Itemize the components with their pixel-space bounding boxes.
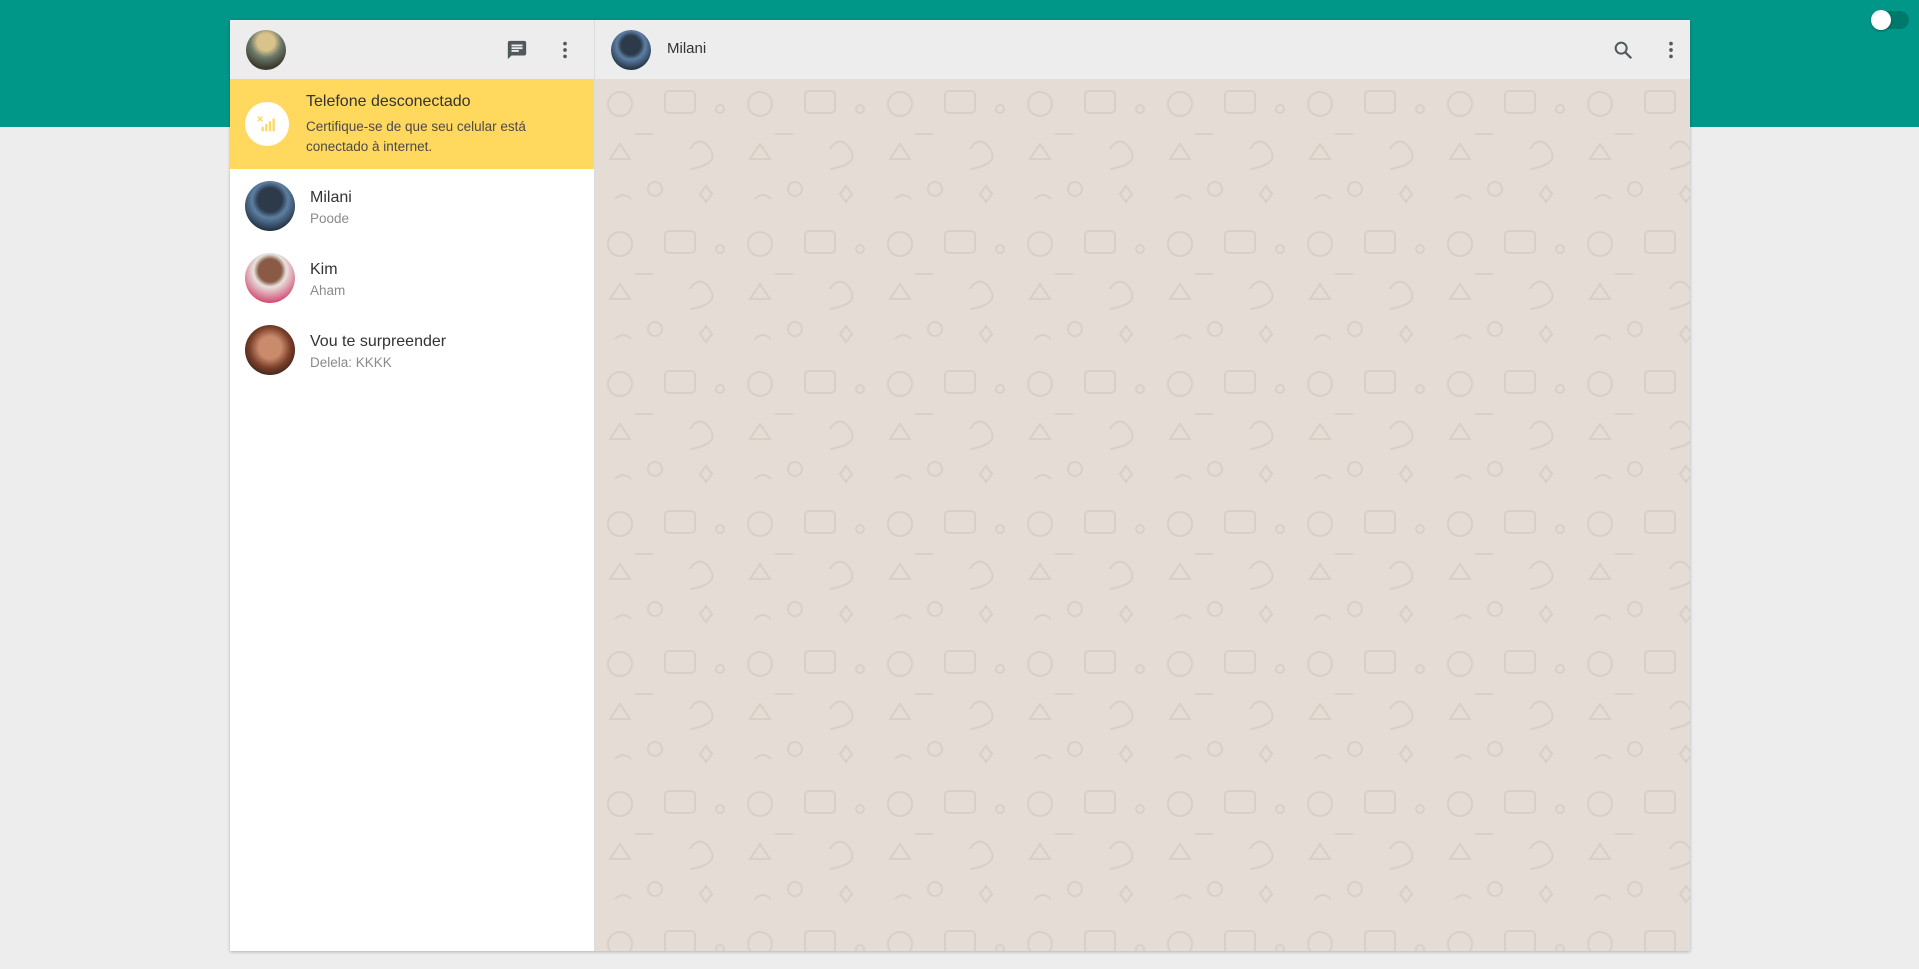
banner-text: Certifique-se de que seu celular está co… <box>306 119 526 154</box>
chat-last-message: Delela: KKKK <box>310 355 392 370</box>
chat-item-milani[interactable]: Milani Poode <box>230 169 594 241</box>
conversation-panel: Milani <box>595 20 1690 951</box>
avatar-kim <box>245 253 295 303</box>
conversation-header[interactable]: Milani <box>595 20 1690 79</box>
banner-icon-circle <box>245 102 289 146</box>
chat-last-message: Aham <box>310 283 346 298</box>
chat-background <box>595 79 1690 951</box>
search-icon[interactable] <box>1611 38 1635 62</box>
chat-name: Kim <box>310 261 338 278</box>
menu-dots-icon[interactable] <box>1659 38 1683 62</box>
banner-title: Telefone desconectado <box>306 93 471 110</box>
sidebar-header <box>230 20 594 79</box>
chat-item-kim[interactable]: Kim Aham <box>230 241 594 313</box>
doodle-pattern <box>595 79 1690 951</box>
avatar-group <box>245 325 295 375</box>
new-chat-icon[interactable] <box>505 38 529 62</box>
chat-name: Milani <box>310 189 352 206</box>
theme-toggle[interactable] <box>1871 10 1909 30</box>
app-window: Telefone desconectado Certifique-se de q… <box>230 20 1690 951</box>
phone-disconnected-banner[interactable]: Telefone desconectado Certifique-se de q… <box>230 79 594 169</box>
chat-item-group[interactable]: Vou te surpreender Delela: KKKK <box>230 313 594 385</box>
contact-name[interactable]: Milani <box>667 40 706 57</box>
toggle-knob <box>1871 10 1891 30</box>
chat-last-message: Poode <box>310 211 350 226</box>
signal-off-icon <box>257 116 275 132</box>
contact-avatar[interactable] <box>611 30 651 70</box>
menu-dots-icon[interactable] <box>553 38 577 62</box>
chat-name: Vou te surpreender <box>310 333 447 350</box>
chat-list: Milani Poode Kim Aham Vou te surpreender… <box>230 169 594 385</box>
profile-avatar[interactable] <box>246 30 286 70</box>
sidebar: Telefone desconectado Certifique-se de q… <box>230 20 595 951</box>
avatar-milani <box>245 181 295 231</box>
